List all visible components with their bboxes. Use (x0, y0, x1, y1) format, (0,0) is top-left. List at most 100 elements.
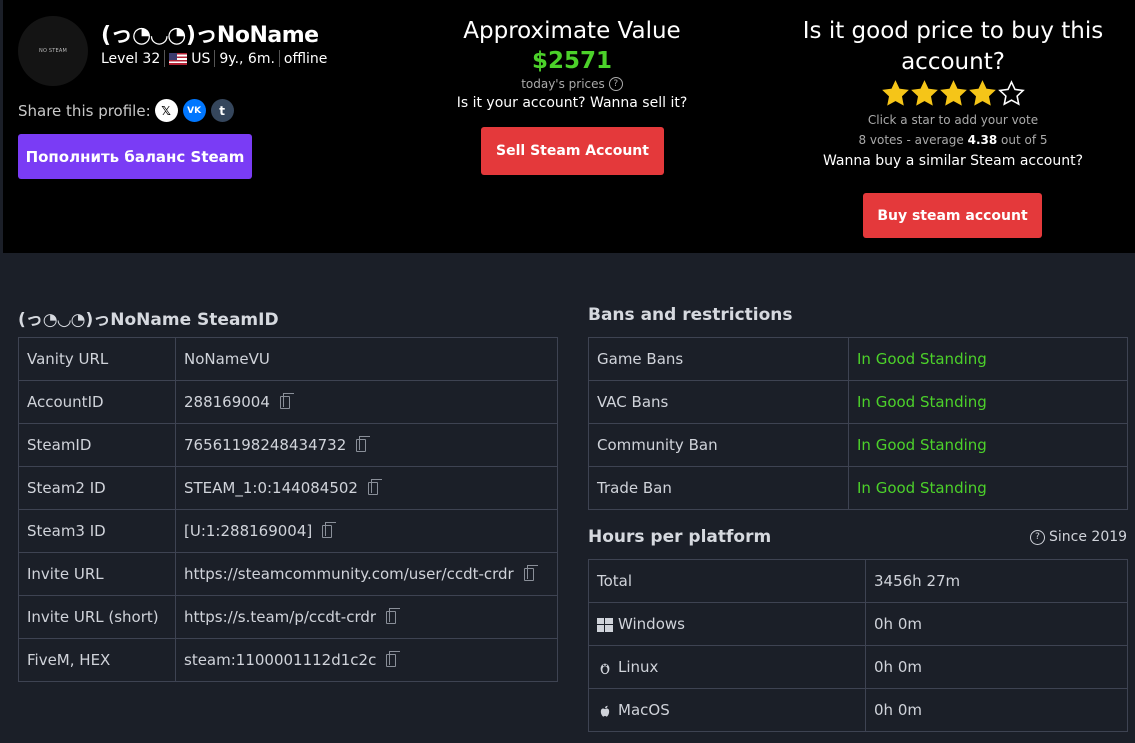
x-share-icon[interactable]: 𝕏 (154, 99, 178, 122)
rating-panel: Is it good price to buy this account? Cl… (788, 16, 1118, 169)
platform-cell: MacOS (588, 688, 866, 732)
platform-hours: 0h 0m (865, 602, 1128, 646)
share-bar: Share this profile: 𝕏 VK t (18, 99, 234, 122)
since-note: ? Since 2019 (1030, 529, 1127, 545)
topup-steam-button[interactable]: Пополнить баланс Steam (18, 134, 252, 179)
ban-row: Community Ban In Good Standing (588, 423, 1128, 467)
platform-row: Windows 0h 0m (588, 602, 1128, 646)
hours-table: Total 3456h 27m Windows 0h 0m Linux 0h 0m MacO… (588, 559, 1128, 732)
steamid-row-value: [U:1:288169004] (184, 522, 313, 540)
platform-label: Linux (618, 658, 659, 676)
bans-table: Game Bans In Good Standing VAC Bans In Good… (588, 337, 1128, 510)
steamid-table: Vanity URL NoNameVU AccountID 288169004 Stea… (18, 337, 558, 682)
rating-hint: Click a star to add your vote (867, 113, 1039, 127)
platform-hours: 0h 0m (865, 645, 1128, 689)
steamid-row-value-cell: steam:1100001112d1c2c (175, 638, 558, 682)
steamid-row-value: 288169004 (184, 393, 270, 411)
tumblr-share-icon[interactable]: t (210, 99, 234, 122)
platform-hours: 3456h 27m (865, 559, 1128, 603)
us-flag-icon (169, 52, 188, 65)
ban-status: In Good Standing (848, 466, 1128, 510)
buy-account-button[interactable]: Buy steam account (863, 193, 1042, 238)
platform-label: Total (597, 572, 633, 590)
star-filled-icon[interactable] (881, 80, 909, 107)
ban-row: Game Bans In Good Standing (588, 337, 1128, 381)
steamid-row-value-cell: NoNameVU (175, 337, 558, 381)
steamid-row-value-cell: https://steamcommunity.com/user/ccdt-crd… (175, 552, 558, 596)
steamid-row-value: https://steamcommunity.com/user/ccdt-crd… (184, 565, 514, 583)
sell-account-button[interactable]: Sell Steam Account (481, 127, 664, 175)
star-filled-icon[interactable] (968, 80, 996, 107)
help-icon[interactable]: ? (1030, 529, 1045, 545)
steamid-row: FiveM, HEX steam:1100001112d1c2c (18, 638, 558, 682)
profile-meta: Level 32 US 9y., 6m. offline (101, 50, 327, 67)
steamid-row-label: Invite URL (18, 552, 176, 596)
star-filled-icon[interactable] (939, 80, 967, 107)
steamid-row-label: AccountID (18, 380, 176, 424)
copy-icon[interactable] (386, 651, 401, 667)
steamid-row-value: NoNameVU (184, 350, 270, 368)
bans-title: Bans and restrictions (588, 305, 793, 325)
country-code: US (191, 50, 211, 67)
ban-label: VAC Bans (588, 380, 849, 424)
ban-label: Trade Ban (588, 466, 849, 510)
buy-question: Wanna buy a similar Steam account? (822, 153, 1084, 169)
sell-question: Is it your account? Wanna sell it? (456, 95, 688, 111)
platform-cell: Total (588, 559, 866, 603)
star-rating (788, 80, 1118, 110)
steamid-row: AccountID 288169004 (18, 380, 558, 424)
steamid-title: (っ◔◡◔)っNoName SteamID (18, 310, 279, 330)
since-label: Since 2019 (1049, 529, 1128, 545)
rating-votes: 8 votes - average 4.38 out of 5 (788, 133, 1118, 147)
votes-prefix: 8 votes - average (858, 133, 964, 147)
value-panel: Approximate Value $2571 today's prices ?… (402, 16, 742, 111)
steamid-row-value-cell: 76561198248434732 (175, 423, 558, 467)
star-filled-icon[interactable] (910, 80, 938, 107)
steamid-row-label: Vanity URL (18, 337, 176, 381)
ban-status: In Good Standing (848, 423, 1128, 467)
steamid-row: Steam3 ID [U:1:288169004] (18, 509, 558, 553)
ban-label: Community Ban (588, 423, 849, 467)
todays-prices-label: today's prices (521, 77, 605, 91)
linux-icon (597, 658, 618, 676)
steamid-row-label: Steam2 ID (18, 466, 176, 510)
copy-icon[interactable] (523, 565, 538, 581)
copy-icon[interactable] (279, 393, 294, 409)
steamid-row-value: https://s.team/p/ccdt-crdr (184, 608, 377, 626)
ban-status: In Good Standing (848, 337, 1128, 381)
steamid-row-value-cell: 288169004 (175, 380, 558, 424)
steamid-row: Invite URL https://steamcommunity.com/use… (18, 552, 558, 596)
platform-cell: Windows (588, 602, 866, 646)
star-empty-icon[interactable] (997, 80, 1025, 107)
steamid-row-value-cell: https://s.team/p/ccdt-crdr (175, 595, 558, 639)
copy-icon[interactable] (356, 436, 371, 452)
help-icon[interactable]: ? (608, 77, 623, 91)
steamid-row-label: Invite URL (short) (18, 595, 176, 639)
rating-title: Is it good price to buy this account? (802, 18, 1104, 75)
ban-status: In Good Standing (848, 380, 1128, 424)
share-label: Share this profile: (18, 101, 151, 120)
platform-row: MacOS 0h 0m (588, 688, 1128, 732)
platform-label: Windows (618, 615, 685, 633)
ban-row: Trade Ban In Good Standing (588, 466, 1128, 510)
hours-title: Hours per platform (588, 527, 772, 547)
todays-prices: today's prices ? (402, 77, 742, 91)
online-status: offline (283, 50, 328, 67)
copy-icon[interactable] (386, 608, 401, 624)
account-age: 9y., 6m. (219, 50, 275, 67)
votes-average: 4.38 (967, 133, 998, 147)
steamid-row-label: SteamID (18, 423, 176, 467)
steamid-row-value-cell: STEAM_1:0:144084502 (175, 466, 558, 510)
steamid-row-value-cell: [U:1:288169004] (175, 509, 558, 553)
steamid-row-value: steam:1100001112d1c2c (184, 651, 377, 669)
vk-share-icon[interactable]: VK (182, 99, 206, 122)
account-price: $2571 (531, 48, 613, 74)
platform-row: Total 3456h 27m (588, 559, 1128, 603)
ban-row: VAC Bans In Good Standing (588, 380, 1128, 424)
copy-icon[interactable] (367, 479, 382, 495)
profile-name: (っ◔◡◔)っNoName (101, 23, 319, 48)
windows-icon (597, 615, 618, 633)
copy-icon[interactable] (322, 522, 337, 538)
avatar: NO STEAM (18, 16, 88, 86)
votes-suffix: out of 5 (1001, 133, 1048, 147)
